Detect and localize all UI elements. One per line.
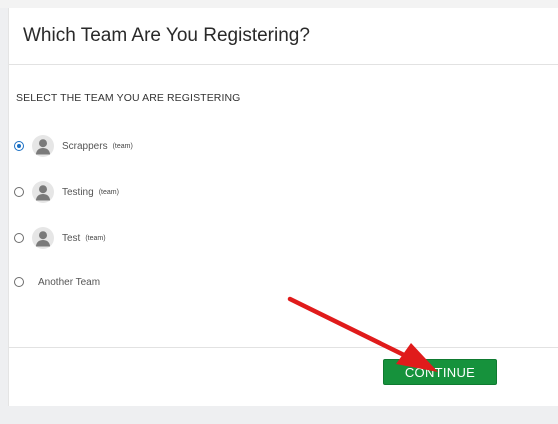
team-selection-card: Which Team Are You Registering? SELECT T… bbox=[8, 8, 558, 406]
card-footer-divider bbox=[9, 347, 558, 348]
user-avatar-icon bbox=[32, 227, 54, 249]
team-option-tag: (team) bbox=[98, 188, 119, 196]
section-label: SELECT THE TEAM YOU ARE REGISTERING bbox=[16, 92, 241, 104]
card-title: Which Team Are You Registering? bbox=[23, 25, 310, 46]
team-option-label: Test bbox=[62, 232, 81, 244]
team-option-tag: (team) bbox=[112, 142, 133, 150]
radio-button[interactable] bbox=[14, 187, 24, 197]
user-avatar-icon bbox=[32, 135, 54, 157]
team-option-tag: (team) bbox=[85, 234, 106, 242]
radio-button-selected[interactable] bbox=[14, 141, 24, 151]
team-option-label: Testing bbox=[62, 186, 94, 198]
continue-button[interactable]: CONTINUE bbox=[383, 359, 497, 385]
team-option-label: Another Team bbox=[38, 276, 101, 288]
radio-button[interactable] bbox=[14, 277, 24, 287]
page: Which Team Are You Registering? SELECT T… bbox=[0, 0, 558, 424]
top-strip bbox=[0, 0, 558, 8]
team-option-testing[interactable]: Testing (team) bbox=[14, 180, 119, 204]
team-option-test[interactable]: Test (team) bbox=[14, 226, 106, 250]
radio-button[interactable] bbox=[14, 233, 24, 243]
user-avatar-icon bbox=[32, 181, 54, 203]
team-option-label: Scrappers bbox=[62, 140, 108, 152]
team-option-another-team[interactable]: Another Team bbox=[14, 270, 100, 294]
team-option-scrappers[interactable]: Scrappers (team) bbox=[14, 134, 133, 158]
card-header: Which Team Are You Registering? bbox=[9, 8, 558, 65]
